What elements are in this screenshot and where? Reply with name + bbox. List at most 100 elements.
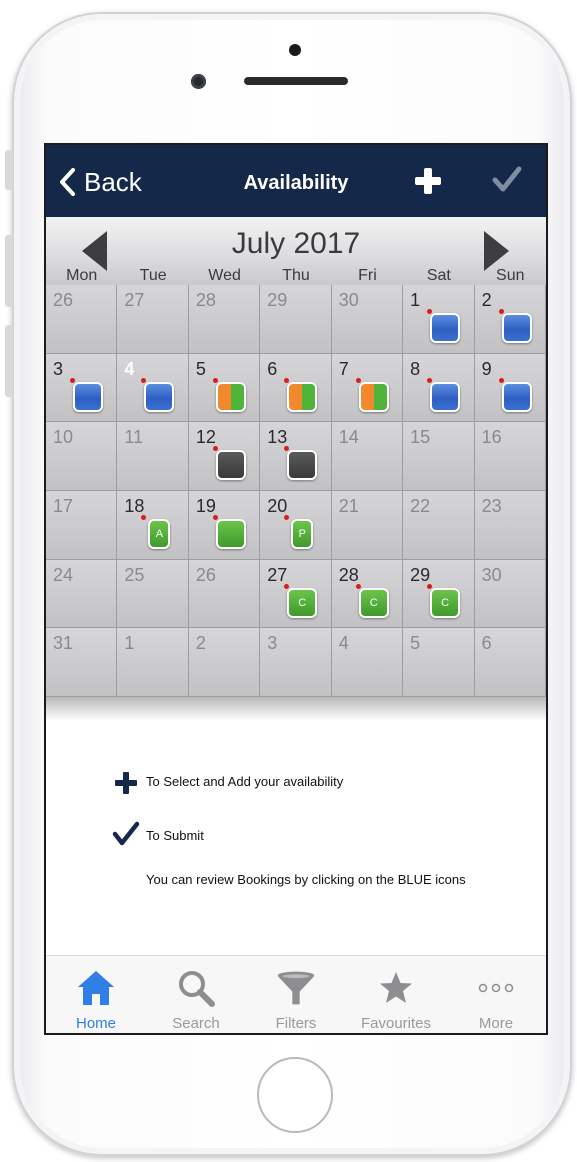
availability-badge-icon[interactable] [358,381,389,412]
tab-label: Search [172,1015,220,1032]
calendar-day-cell[interactable]: 27 C [260,559,332,629]
calendar-day-cell[interactable]: 24 [46,559,118,629]
calendar-day-cell[interactable]: 20 P [260,490,332,560]
calendar-day-cell[interactable]: 17 [46,490,118,560]
weekday-label: Sun [496,267,525,284]
calendar-day-cell[interactable]: 28 C [331,559,404,629]
day-number: 7 [338,358,349,379]
calendar-day-cell[interactable]: 21 [331,490,404,560]
legend-plus-icon [115,772,137,794]
calendar-day-cell[interactable]: 30 [331,285,404,354]
calendar-day-cell[interactable]: 16 [474,422,546,491]
day-number: 2 [195,633,206,654]
calendar-day-cell[interactable]: 26 [188,559,261,629]
availability-badge-icon[interactable] [73,381,103,412]
search-icon [176,968,216,1008]
availability-badge-icon[interactable] [501,313,532,343]
calendar-day-cell[interactable]: 18 A [117,490,189,560]
calendar-day-cell[interactable]: 19 [188,490,261,560]
calendar-day-cell[interactable]: 22 [403,490,475,560]
calendar-day-cell[interactable]: 26 [46,285,118,354]
availability-badge-icon[interactable] [215,450,246,481]
availability-badge-icon[interactable] [430,313,461,343]
calendar-day-cell[interactable]: 9 [474,353,546,423]
calendar-day-cell[interactable]: 3 [260,628,332,697]
home-button[interactable] [257,1057,333,1133]
calendar-day-cell[interactable]: 3 [46,353,118,423]
calendar-day-cell[interactable]: 6 [474,628,546,697]
weekday-label: Thu [282,267,310,284]
availability-badge-icon[interactable]: C [358,587,389,618]
calendar-day-cell[interactable]: 23 [474,490,546,560]
calendar-day-cell[interactable]: 15 [403,422,475,491]
day-number: 14 [338,427,359,448]
mute-switch [5,150,13,190]
marker-dot-icon [427,377,433,383]
availability-badge-icon[interactable] [215,518,246,549]
weekday-label: Mon [66,267,98,284]
day-number: 3 [267,633,278,654]
day-number: 9 [481,358,492,379]
tab-search[interactable]: Search [146,956,246,1033]
calendar-day-cell[interactable]: 25 [117,559,189,629]
day-number: 8 [410,358,421,379]
calendar-day-cell[interactable]: 4 [117,353,189,423]
tab-label: Favourites [360,1015,432,1032]
availability-badge-icon[interactable] [501,381,532,412]
calendar-day-cell[interactable]: 7 [331,353,404,423]
marker-dot-icon [284,377,290,383]
tab-filters[interactable]: Filters [246,956,346,1033]
day-number: 13 [267,427,288,448]
day-number: 23 [481,495,502,516]
submit-check-icon[interactable] [492,165,522,195]
tab-more[interactable]: More [446,956,546,1033]
calendar-day-cell[interactable]: 14 [331,422,404,491]
calendar-day-cell[interactable]: 6 [260,353,332,423]
calendar-day-cell[interactable]: 28 [188,285,261,354]
day-number: 2 [481,290,492,310]
calendar-day-cell[interactable]: 5 [188,353,261,423]
marker-dot-icon [212,514,218,520]
tab-favourites[interactable]: Favourites [346,956,446,1033]
calendar-day-cell[interactable]: 13 [260,422,332,491]
calendar-day-cell[interactable]: 10 [46,422,118,491]
day-number: 19 [195,495,216,516]
marker-dot-icon [498,309,504,314]
calendar-day-cell[interactable]: 11 [117,422,189,491]
availability-badge-icon[interactable]: C [430,587,461,618]
availability-badge-icon[interactable] [215,381,246,412]
marker-dot-icon [427,583,433,589]
add-icon[interactable] [414,167,442,195]
calendar-day-cell[interactable]: 30 [474,559,546,629]
page-title: Availability [243,172,349,194]
calendar-grid: 26 27 28 29 30 1 2 3 4 5 6 7 8 9 10 11 12 13 14 15 16 17 18 A 19… [46,285,546,697]
calendar-day-cell[interactable]: 1 [117,628,189,697]
calendar-day-cell[interactable]: 12 [188,422,261,491]
calendar-day-cell[interactable]: 1 [403,285,475,354]
day-number: 29 [410,564,431,585]
availability-badge-icon[interactable]: C [287,587,318,618]
tab-bar: Home Search Filters Favourites More [46,955,546,1033]
availability-badge-icon[interactable]: A [148,518,171,549]
calendar-day-cell[interactable]: 2 [188,628,261,697]
availability-badge-icon[interactable]: P [291,518,314,549]
calendar-day-cell[interactable]: 8 [403,353,475,423]
calendar-day-cell[interactable]: 2 [474,285,546,354]
next-month-arrow-icon[interactable] [484,231,509,271]
calendar-day-cell[interactable]: 29 C [403,559,475,629]
availability-badge-icon[interactable] [144,381,175,412]
day-number: 11 [124,427,144,448]
filter-icon [276,968,316,1008]
availability-badge-icon[interactable] [287,381,318,412]
calendar-day-cell[interactable]: 4 [331,628,404,697]
day-number: 5 [410,633,421,654]
calendar-day-cell[interactable]: 29 [260,285,332,354]
calendar-day-cell[interactable]: 27 [117,285,189,354]
calendar-day-cell[interactable]: 5 [403,628,475,697]
legend-note: You can review Bookings by clicking on t… [146,872,466,887]
availability-badge-icon[interactable] [430,381,461,412]
calendar-day-cell[interactable]: 31 [46,628,118,697]
volume-down-button [5,325,13,397]
tab-home[interactable]: Home [46,956,146,1033]
availability-badge-icon[interactable] [287,450,318,481]
